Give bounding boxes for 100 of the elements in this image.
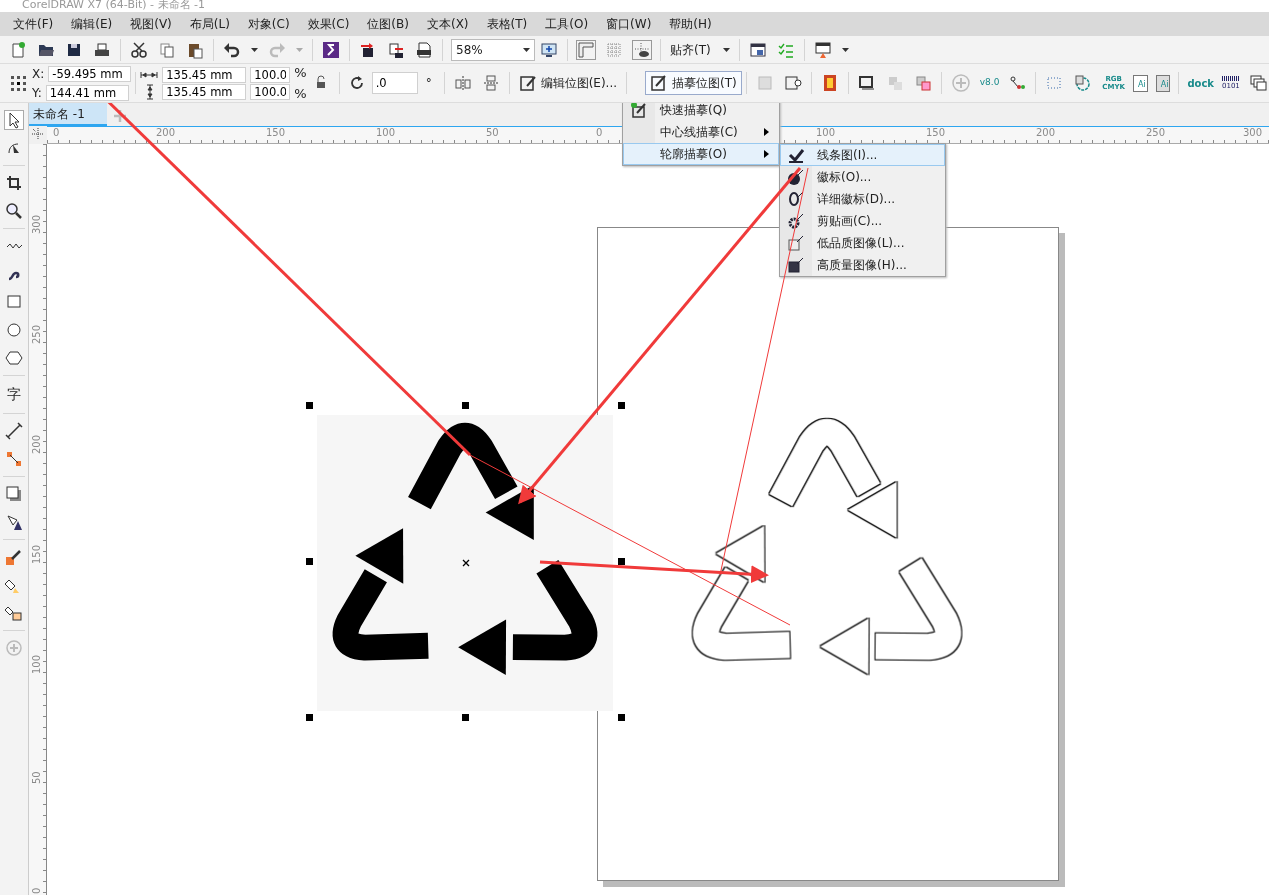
- pen-frame-icon: [650, 74, 668, 92]
- ruler-label: 300: [32, 214, 42, 234]
- mirror-horizontal-icon[interactable]: [453, 74, 472, 92]
- copy-icon[interactable]: [158, 40, 176, 59]
- rotation-field[interactable]: .0: [371, 72, 418, 94]
- export-icon[interactable]: [387, 40, 405, 59]
- ruler-label: 100: [32, 654, 42, 674]
- resample-icon[interactable]: [783, 74, 802, 92]
- menu-item[interactable]: 布局(L): [180, 15, 239, 33]
- menu-item[interactable]: 表格(T): [477, 15, 537, 33]
- eyedropper-icon[interactable]: [5, 548, 23, 566]
- menu-item[interactable]: 徽标(O)...: [780, 166, 945, 188]
- menu-item[interactable]: 窗口(W): [597, 15, 661, 33]
- selection-handle[interactable]: [462, 402, 469, 409]
- outline-frame-icon[interactable]: [857, 74, 876, 92]
- image-pen-icon: [787, 256, 805, 274]
- scale-y-field[interactable]: 100.0: [250, 83, 291, 100]
- ruler-label: 250: [1146, 128, 1166, 138]
- monitor-icon[interactable]: [813, 40, 832, 59]
- percent-sign: %: [294, 84, 307, 103]
- ruler-label: 50: [486, 128, 499, 138]
- version-icon[interactable]: v8.0: [979, 76, 1000, 90]
- pointer-icon[interactable]: [5, 111, 23, 129]
- menu-item[interactable]: 低品质图像(L)...: [780, 232, 945, 254]
- menu-item[interactable]: 轮廓描摹(O): [623, 143, 779, 165]
- magnifier-icon[interactable]: [5, 202, 23, 220]
- edit-bitmap-button[interactable]: 编辑位图(E)...: [513, 71, 622, 95]
- menu-item[interactable]: 文件(F): [4, 15, 63, 33]
- selection-handle[interactable]: [306, 402, 313, 409]
- zoom-dropdown[interactable]: 58%: [451, 38, 535, 61]
- app-launcher-icon[interactable]: [322, 40, 340, 59]
- rectangle-icon[interactable]: [5, 293, 23, 311]
- dock-icon[interactable]: dock: [1187, 75, 1214, 91]
- ruler-label: 150: [266, 128, 286, 138]
- selection-handle[interactable]: [306, 714, 313, 721]
- printer-icon[interactable]: [93, 40, 111, 59]
- center-mark-icon[interactable]: [462, 559, 470, 567]
- scissors-icon[interactable]: [130, 40, 148, 59]
- selection-handle[interactable]: [618, 558, 625, 565]
- document-tab[interactable]: 未命名 -1: [29, 103, 107, 126]
- height-field[interactable]: 135.45 mm: [162, 83, 247, 100]
- circle-pen-icon: [787, 168, 805, 186]
- crop-icon[interactable]: [5, 174, 23, 192]
- text-tool[interactable]: 字: [7, 384, 21, 405]
- position-grid-icon[interactable]: [9, 74, 27, 92]
- ellipse-icon[interactable]: [5, 321, 23, 339]
- connector-icon[interactable]: [5, 450, 23, 468]
- hexagon-icon[interactable]: [5, 349, 23, 367]
- percent-sign: %: [294, 64, 307, 82]
- menu-item[interactable]: 剪贴画(C)...: [780, 210, 945, 232]
- ruler-label: 0: [53, 128, 60, 138]
- menu-item[interactable]: 中心线描摹(C): [623, 121, 779, 143]
- selection-handle[interactable]: [618, 714, 625, 721]
- dimension-icon[interactable]: [5, 422, 23, 440]
- full-screen-icon[interactable]: [540, 40, 558, 59]
- ruler-label: 0: [596, 128, 603, 138]
- menu-item[interactable]: 高质量图像(H)...: [780, 254, 945, 276]
- ai-file-icon[interactable]: Ai: [1132, 74, 1148, 92]
- stacked-squares-icon[interactable]: [913, 74, 932, 92]
- menu-item[interactable]: 对象(C): [238, 15, 299, 33]
- transparency-icon[interactable]: [5, 513, 23, 531]
- ruler-label: 250: [32, 324, 42, 344]
- snap-dropdown[interactable]: 贴齐(T): [665, 37, 735, 62]
- x-position-field[interactable]: -59.495 mm: [48, 65, 132, 82]
- selection-handle[interactable]: [618, 402, 625, 409]
- selection-handle[interactable]: [462, 714, 469, 721]
- dotted-frame-icon[interactable]: [1045, 74, 1064, 92]
- ruler-label: 300: [1243, 128, 1263, 138]
- pen-frame-icon: [630, 101, 648, 119]
- menu-item[interactable]: 帮助(H): [660, 15, 721, 33]
- drop-shadow-icon[interactable]: [5, 485, 23, 503]
- menu-item[interactable]: 编辑(E): [62, 15, 122, 33]
- mirror-vertical-icon[interactable]: [481, 74, 500, 92]
- pdf-document-icon[interactable]: [415, 40, 433, 59]
- pen-frame-icon: [518, 74, 537, 92]
- ruler-label: 100: [816, 128, 836, 138]
- rulers-icon[interactable]: [577, 40, 595, 59]
- field-label: X:: [32, 65, 45, 83]
- ruler-label: 200: [32, 434, 42, 454]
- ruler-label: 150: [32, 544, 42, 564]
- menu-item[interactable]: 线条图(I)...: [780, 144, 945, 166]
- new-document-icon[interactable]: [9, 40, 27, 59]
- stacked-windows-icon[interactable]: [1248, 74, 1267, 92]
- y-position-field[interactable]: 144.41 mm: [45, 84, 129, 101]
- guidelines-icon[interactable]: [633, 40, 651, 59]
- nodes-icon[interactable]: [1008, 74, 1027, 92]
- menu-item[interactable]: 位图(B): [358, 15, 418, 33]
- menu-item[interactable]: 详细徽标(D)...: [780, 188, 945, 210]
- trace-bitmap-button[interactable]: 描摹位图(T): [645, 71, 742, 95]
- smart-fill-icon[interactable]: [5, 604, 23, 622]
- menu-item[interactable]: 工具(O): [536, 15, 598, 33]
- menu-item[interactable]: 快速描摹(Q): [623, 99, 779, 121]
- ruler-label: 200: [156, 128, 176, 138]
- scale-x-field[interactable]: 100.0: [250, 66, 291, 83]
- options-window-icon[interactable]: [748, 40, 767, 59]
- menu-item[interactable]: 文本(X): [417, 15, 478, 33]
- menu-item[interactable]: 效果(C): [298, 15, 359, 33]
- width-field[interactable]: 135.45 mm: [162, 66, 247, 83]
- selection-handle[interactable]: [306, 558, 313, 565]
- menu-item[interactable]: 视图(V): [121, 15, 181, 33]
